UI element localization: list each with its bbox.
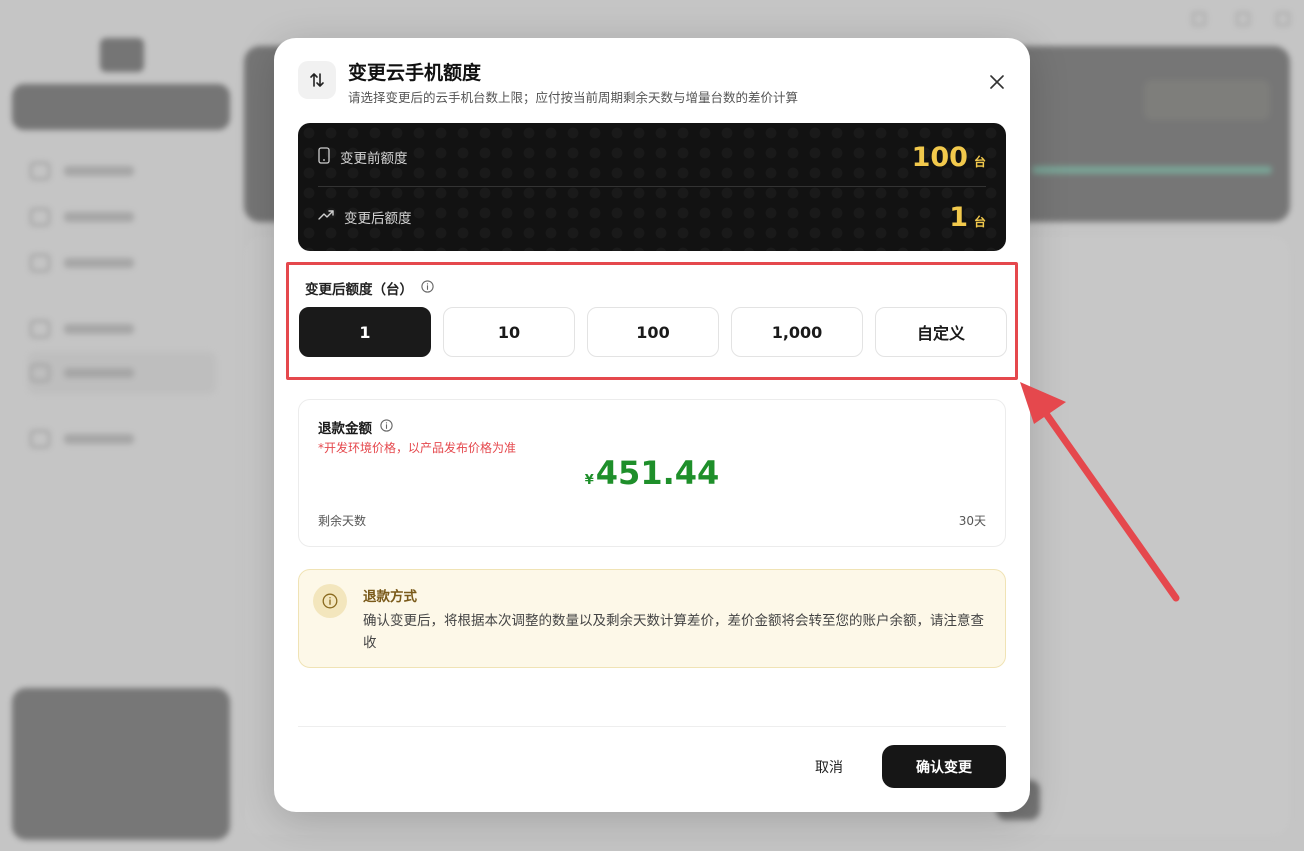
- quota-after-label: 变更后额度: [344, 211, 412, 227]
- swap-arrows-icon: [298, 61, 336, 99]
- quota-option-100[interactable]: 100: [587, 307, 719, 357]
- confirm-change-button[interactable]: 确认变更: [882, 745, 1006, 788]
- quota-option-1000[interactable]: 1,000: [731, 307, 863, 357]
- quota-unit: 台: [973, 214, 986, 229]
- close-icon[interactable]: [986, 71, 1008, 93]
- refund-title: 退款金额: [318, 421, 372, 437]
- notice-text: 确认变更后，将根据本次调整的数量以及剩余天数计算差价，差价金额将会转至您的账户余…: [363, 613, 984, 651]
- info-icon[interactable]: [380, 418, 393, 436]
- modal-title: 变更云手机额度: [348, 62, 482, 84]
- quota-option-10[interactable]: 10: [443, 307, 575, 357]
- quota-before-row: 变更前额度 100 台: [318, 127, 986, 187]
- refund-amount-value: 451.44: [595, 454, 720, 492]
- refund-card: 退款金额 *开发环境价格，以产品发布价格为准 ¥451.44 剩余天数 30天: [298, 399, 1006, 547]
- quota-before-label: 变更前额度: [340, 151, 408, 167]
- quota-after-value: 1: [949, 201, 968, 233]
- quota-option-1[interactable]: 1: [299, 307, 431, 357]
- quota-before-value: 100: [911, 141, 968, 173]
- quota-selection-section: 变更后额度（台） 1 10 100 1,000 自定义: [286, 262, 1018, 380]
- trend-up-icon: [318, 209, 334, 225]
- refund-amount: ¥451.44: [299, 454, 1005, 492]
- cancel-button[interactable]: 取消: [794, 754, 864, 780]
- phone-icon: [318, 146, 330, 168]
- quota-summary-card: 变更前额度 100 台 变更后额度 1 台: [298, 123, 1006, 251]
- footer-divider: [298, 726, 1006, 727]
- quota-unit: 台: [973, 154, 986, 169]
- remaining-days-label: 剩余天数: [318, 514, 367, 528]
- quota-after-row: 变更后额度 1 台: [318, 187, 986, 247]
- info-icon: [313, 584, 347, 618]
- change-quota-modal: 变更云手机额度 请选择变更后的云手机台数上限；应付按当前周期剩余天数与增量台数的…: [274, 38, 1030, 812]
- notice-title: 退款方式: [363, 589, 417, 605]
- modal-subtitle: 请选择变更后的云手机台数上限；应付按当前周期剩余天数与增量台数的差价计算: [348, 90, 799, 105]
- refund-method-notice: 退款方式 确认变更后，将根据本次调整的数量以及剩余天数计算差价，差价金额将会转至…: [298, 569, 1006, 668]
- currency-symbol: ¥: [584, 473, 594, 488]
- quota-option-custom[interactable]: 自定义: [875, 307, 1007, 357]
- remaining-days-value: 30天: [958, 514, 986, 528]
- selection-title: 变更后额度（台）: [305, 282, 413, 298]
- info-icon[interactable]: [421, 279, 434, 297]
- quota-options: 1 10 100 1,000 自定义: [299, 307, 1007, 357]
